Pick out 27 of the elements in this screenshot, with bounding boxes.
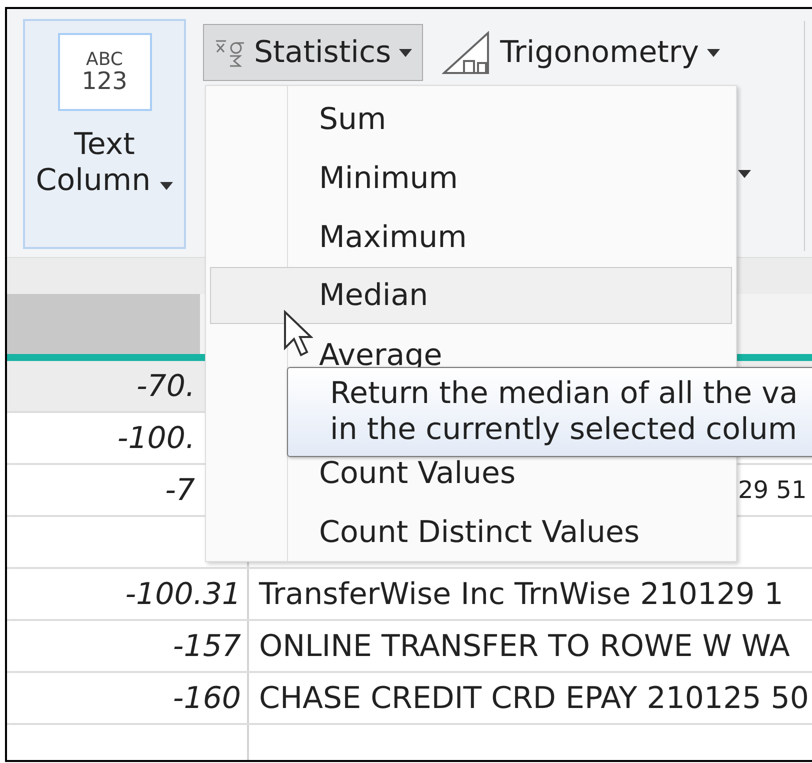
caret-icon [160, 182, 174, 190]
amount-cell: -157 [172, 628, 241, 664]
mouse-cursor-icon [283, 310, 313, 358]
text-type-icon: ABC 123 [58, 33, 152, 111]
description-cell: ONLINE TRANSFER TO ROWE W WA [259, 628, 790, 664]
trigonometry-button[interactable]: Trigonometry [437, 24, 726, 81]
menu-item[interactable]: Count Distinct Values [210, 503, 732, 562]
menu-item[interactable]: Maximum [210, 208, 732, 267]
menu-item[interactable]: Minimum [210, 149, 732, 208]
description-cell: CHASE CREDIT CRD EPAY 210125 50 [259, 680, 809, 716]
description-cell: 29 51 [738, 476, 807, 504]
description-cell: TransferWise Inc TrnWise 210129 1 [259, 576, 784, 612]
menu-item[interactable]: Median [210, 267, 732, 324]
tooltip-text: Return the median of all the va in the currently selected colum [330, 376, 799, 448]
column-header[interactable] [7, 294, 200, 354]
amount-cell: -70. [136, 368, 195, 404]
amount-cell: -100. [117, 420, 195, 456]
text-column-button[interactable]: ABC 123 Text Column [23, 19, 186, 249]
caret-icon [738, 170, 751, 178]
amount-cell: -7 [165, 472, 195, 508]
caret-icon [399, 48, 412, 56]
amount-cell: -100.31 [125, 576, 241, 612]
statistics-icon [214, 38, 246, 68]
menu-item[interactable]: Sum [210, 90, 732, 149]
statistics-button[interactable]: Statistics [203, 24, 424, 81]
caret-icon [707, 48, 720, 56]
amount-cell: -160 [172, 680, 241, 716]
